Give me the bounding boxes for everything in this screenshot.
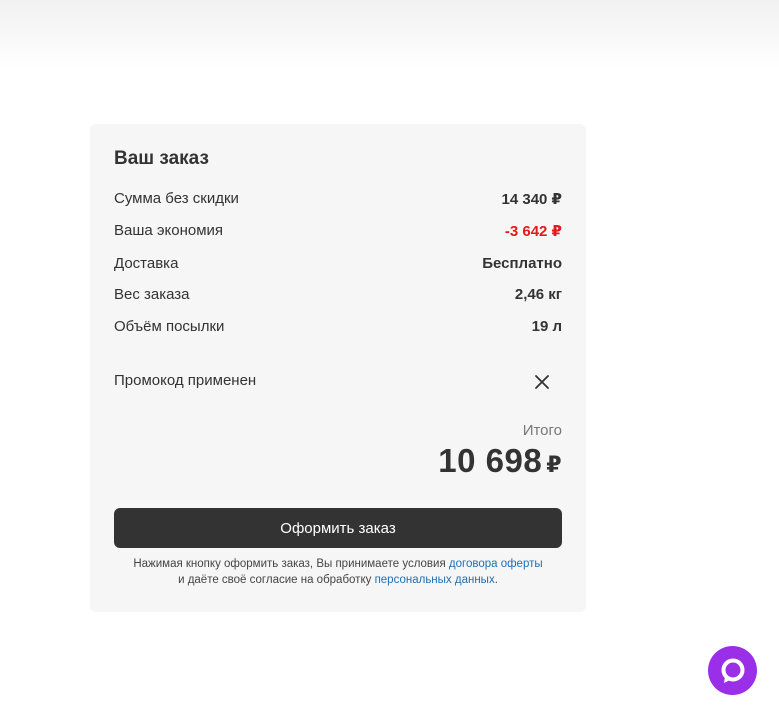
volume-row: Объём посылки 19 л — [114, 318, 562, 338]
volume-label: Объём посылки — [114, 318, 225, 335]
terms-notice: Нажимая кнопку оформить заказ, Вы приним… — [114, 556, 562, 588]
terms-text-2: и даёте своё согласие на обработку — [178, 574, 375, 586]
checkout-button[interactable]: Оформить заказ — [114, 508, 562, 548]
total-value: 10 698 ₽ — [438, 442, 562, 480]
terms-end: . — [494, 574, 498, 586]
order-summary-card: Ваш заказ Сумма без скидки 14 340 ₽ Ваша… — [90, 124, 586, 612]
savings-value: -3 642 ₽ — [504, 223, 562, 240]
weight-row: Вес заказа 2,46 кг — [114, 286, 562, 306]
offer-agreement-link[interactable]: договора оферты — [449, 558, 543, 570]
weight-value: 2,46 кг — [514, 286, 562, 303]
header-shadow — [0, 0, 779, 70]
savings-label: Ваша экономия — [114, 222, 224, 239]
delivery-row: Доставка Бесплатно — [114, 255, 562, 275]
chat-icon — [721, 658, 744, 683]
terms-text-1: Нажимая кнопку оформить заказ, Вы приним… — [133, 558, 449, 570]
promo-row: Промокод применен — [114, 370, 562, 394]
promo-label: Промокод применен — [114, 372, 257, 389]
order-title: Ваш заказ — [114, 148, 209, 169]
remove-promo-button[interactable] — [530, 370, 554, 394]
volume-value: 19 л — [531, 318, 562, 335]
weight-label: Вес заказа — [114, 286, 190, 303]
total-label: Итого — [522, 422, 562, 439]
close-icon — [535, 375, 549, 389]
total-currency: ₽ — [546, 452, 562, 477]
subtotal-label: Сумма без скидки — [114, 190, 239, 207]
delivery-label: Доставка — [114, 255, 179, 272]
personal-data-link[interactable]: персональных данных — [375, 574, 495, 586]
chat-widget-button[interactable] — [708, 646, 757, 695]
subtotal-value: 14 340 ₽ — [501, 191, 562, 208]
delivery-value: Бесплатно — [482, 255, 562, 272]
savings-row: Ваша экономия -3 642 ₽ — [114, 222, 562, 242]
total-amount: 10 698 — [438, 442, 543, 479]
subtotal-row: Сумма без скидки 14 340 ₽ — [114, 190, 562, 210]
